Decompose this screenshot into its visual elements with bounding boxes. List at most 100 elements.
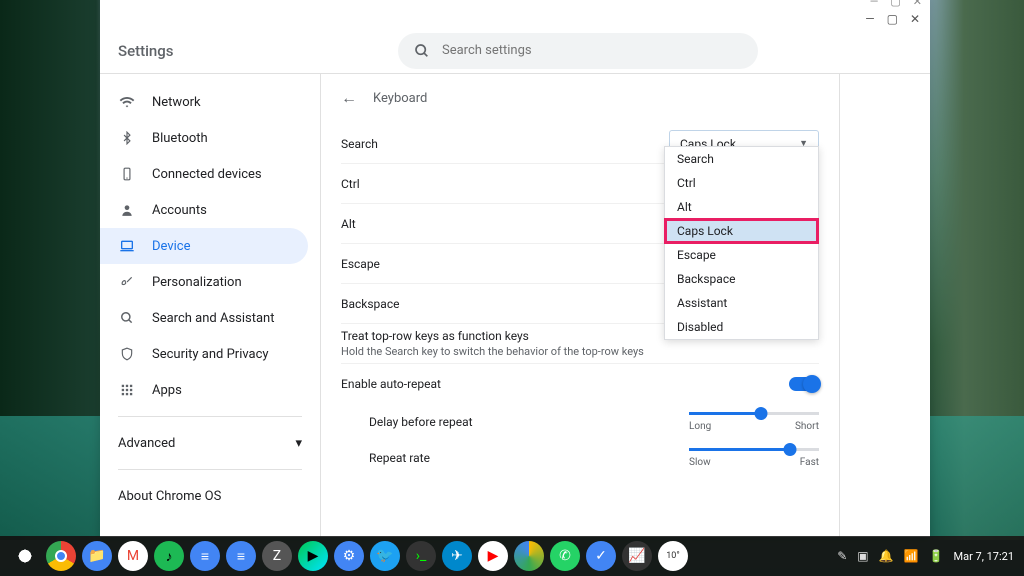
sidebar-item-security-privacy[interactable]: Security and Privacy xyxy=(100,336,308,372)
sidebar-item-network[interactable]: Network xyxy=(100,84,308,120)
main-panel: ← Keyboard Search Caps Lock ▼ Ctrl Alt xyxy=(320,74,840,537)
search-box[interactable] xyxy=(398,33,758,69)
launcher-icon[interactable] xyxy=(10,541,40,571)
play-icon[interactable]: ▶ xyxy=(298,541,328,571)
autorepeat-toggle[interactable] xyxy=(789,377,819,391)
clock[interactable]: Mar 7, 17:21 xyxy=(953,550,1014,563)
search-input[interactable] xyxy=(442,43,742,58)
check-icon[interactable]: ✓ xyxy=(586,541,616,571)
app-z-icon[interactable]: Z xyxy=(262,541,292,571)
sidebar-item-connected-devices[interactable]: Connected devices xyxy=(100,156,308,192)
drive-icon[interactable] xyxy=(514,541,544,571)
telegram-icon[interactable]: ✈ xyxy=(442,541,472,571)
content-area: Network Bluetooth Connected devices Acco… xyxy=(100,74,930,537)
sidebar-item-label: Personalization xyxy=(152,275,242,290)
row-label: Escape xyxy=(341,257,380,271)
laptop-icon xyxy=(118,237,136,255)
inner-titlebar: — ▢ ✕ xyxy=(100,10,930,28)
files-icon[interactable]: 📁 xyxy=(82,541,112,571)
sidebar-item-label: Device xyxy=(152,239,191,254)
back-icon[interactable]: ← xyxy=(341,88,357,108)
sidebar-item-apps[interactable]: Apps xyxy=(100,372,308,408)
row-label: Ctrl xyxy=(341,177,360,191)
sidebar-item-label: Security and Privacy xyxy=(152,347,269,362)
outer-titlebar: — ▢ ✕ xyxy=(100,0,930,10)
slider-label: Repeat rate xyxy=(369,451,569,465)
docs-icon[interactable]: ≡ xyxy=(190,541,220,571)
search-icon xyxy=(414,43,430,59)
divider xyxy=(118,416,302,417)
rate-slider[interactable] xyxy=(689,448,819,451)
sidebar-item-search-assistant[interactable]: Search and Assistant xyxy=(100,300,308,336)
row-label: Alt xyxy=(341,217,356,231)
dropdown-option-alt[interactable]: Alt xyxy=(665,195,818,219)
sidebar-advanced[interactable]: Advanced ▾ xyxy=(100,425,320,461)
chrome-icon[interactable] xyxy=(46,541,76,571)
header: Settings xyxy=(100,28,930,74)
maximize-icon[interactable]: ▢ xyxy=(887,12,898,26)
chart-icon[interactable]: 📈 xyxy=(622,541,652,571)
dropdown-option-backspace[interactable]: Backspace xyxy=(665,267,818,291)
twitter-icon[interactable]: 🐦 xyxy=(370,541,400,571)
dropdown-option-ctrl[interactable]: Ctrl xyxy=(665,171,818,195)
dropdown-option-disabled[interactable]: Disabled xyxy=(665,315,818,339)
sidebar-item-bluetooth[interactable]: Bluetooth xyxy=(100,120,308,156)
sidebar-item-label: Bluetooth xyxy=(152,131,208,146)
apps-icon xyxy=(118,381,136,399)
slider-label: Delay before repeat xyxy=(369,415,569,429)
docs2-icon[interactable]: ≡ xyxy=(226,541,256,571)
sidebar-item-label: Network xyxy=(152,95,201,110)
dropdown-option-escape[interactable]: Escape xyxy=(665,243,818,267)
advanced-label: Advanced xyxy=(118,436,175,451)
close-icon[interactable]: ✕ xyxy=(910,12,920,26)
settings-window: — ▢ ✕ Settings Network Bluetooth xyxy=(100,10,930,537)
panel-title: Keyboard xyxy=(373,91,427,106)
panel-header: ← Keyboard xyxy=(341,88,819,108)
row-sublabel: Hold the Search key to switch the behavi… xyxy=(341,345,644,358)
sidebar: Network Bluetooth Connected devices Acco… xyxy=(100,74,320,537)
minimize-icon[interactable]: — xyxy=(865,12,874,26)
tray-box-icon[interactable]: ▣ xyxy=(857,549,868,563)
setting-row-autorepeat: Enable auto-repeat xyxy=(341,364,819,404)
close-icon[interactable]: ✕ xyxy=(913,0,922,8)
taskbar: 📁 M ♪ ≡ ≡ Z ▶ ⚙ 🐦 ›_ ✈ ▶ ✆ ✓ 📈 10° ✎ ▣ 🔔… xyxy=(0,536,1024,576)
gmail-icon[interactable]: M xyxy=(118,541,148,571)
spotify-icon[interactable]: ♪ xyxy=(154,541,184,571)
youtube-icon[interactable]: ▶ xyxy=(478,541,508,571)
dropdown-option-search[interactable]: Search xyxy=(665,147,818,171)
sidebar-item-label: Search and Assistant xyxy=(152,311,275,326)
weather-icon[interactable]: 10° xyxy=(658,541,688,571)
sidebar-about[interactable]: About Chrome OS xyxy=(100,478,320,514)
sidebar-item-label: Accounts xyxy=(152,203,207,218)
sidebar-item-label: Apps xyxy=(152,383,182,398)
slider-max-label: Fast xyxy=(800,457,819,468)
sidebar-item-personalization[interactable]: Personalization xyxy=(100,264,308,300)
brush-icon xyxy=(118,273,136,291)
sidebar-item-device[interactable]: Device xyxy=(100,228,308,264)
slider-min-label: Slow xyxy=(689,457,711,468)
phone-icon xyxy=(118,165,136,183)
rate-slider-row: Repeat rate Slow Fast xyxy=(341,440,819,476)
whatsapp-icon[interactable]: ✆ xyxy=(550,541,580,571)
minimize-icon[interactable]: — xyxy=(870,0,879,8)
dropdown-menu: Search Ctrl Alt Caps Lock Escape Backspa… xyxy=(664,146,819,340)
wifi-tray-icon[interactable]: 📶 xyxy=(904,549,919,563)
notification-icon[interactable]: 🔔 xyxy=(879,549,894,563)
dropdown-option-capslock[interactable]: Caps Lock xyxy=(665,219,818,243)
sidebar-item-label: Connected devices xyxy=(152,167,262,182)
browser-window: — ▢ ✕ — ▢ ✕ Settings Network xyxy=(100,0,930,537)
battery-icon[interactable]: 🔋 xyxy=(929,549,944,563)
pen-icon[interactable]: ✎ xyxy=(837,549,847,563)
slider-max-label: Short xyxy=(795,421,819,432)
maximize-icon[interactable]: ▢ xyxy=(890,0,900,8)
row-label: Treat top-row keys as function keys xyxy=(341,329,644,343)
terminal-icon[interactable]: ›_ xyxy=(406,541,436,571)
bluetooth-icon xyxy=(118,129,136,147)
dropdown-option-assistant[interactable]: Assistant xyxy=(665,291,818,315)
row-label: Enable auto-repeat xyxy=(341,377,441,391)
delay-slider[interactable] xyxy=(689,412,819,415)
settings-icon[interactable]: ⚙ xyxy=(334,541,364,571)
wifi-icon xyxy=(118,93,136,111)
sidebar-item-accounts[interactable]: Accounts xyxy=(100,192,308,228)
system-tray[interactable]: ✎ ▣ 🔔 📶 🔋 Mar 7, 17:21 xyxy=(837,549,1014,563)
